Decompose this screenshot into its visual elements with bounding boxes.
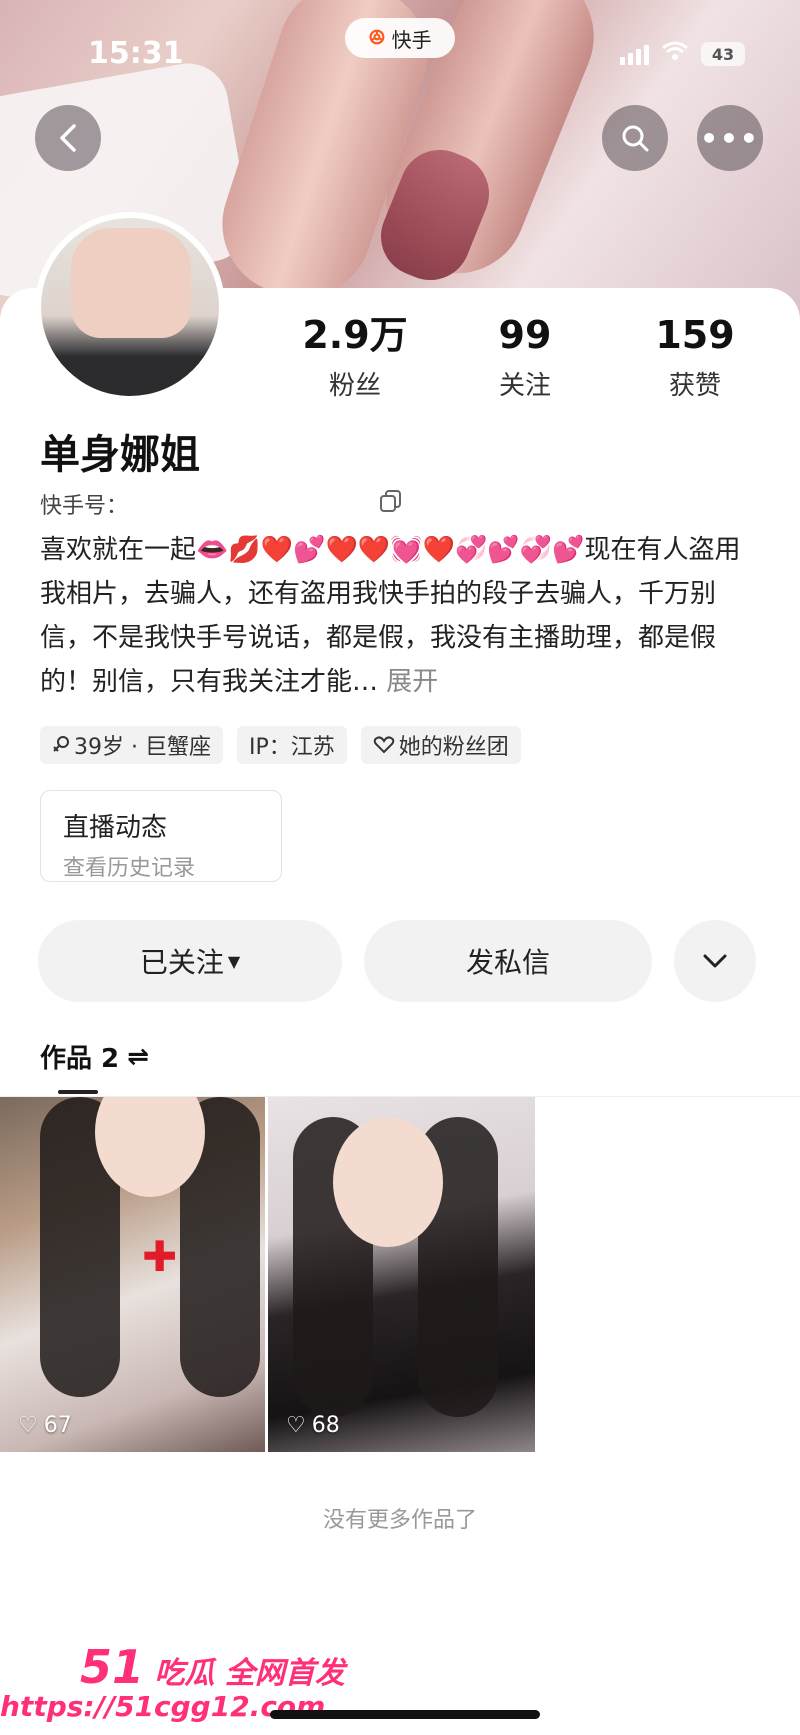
profile-bio[interactable]: 喜欢就在一起👄💋❤️💕❤️❤️💓❤️💞💕💞💕现在有人盗用我相片，去骗人，还有盗用… bbox=[40, 528, 760, 704]
caret-down-icon: ▼ bbox=[227, 951, 241, 971]
stat-label: 关注 bbox=[498, 371, 551, 401]
red-cross-icon: ✚ bbox=[142, 1232, 178, 1281]
tag-fan-club[interactable]: 她的粉丝团 bbox=[360, 726, 521, 764]
stat-following[interactable]: 99 关注 bbox=[440, 313, 610, 402]
sort-icon[interactable]: ⇌ bbox=[127, 1042, 149, 1072]
more-icon: ••• bbox=[700, 121, 760, 155]
stat-value: 2.9万 bbox=[302, 313, 408, 357]
status-icons: 43 bbox=[620, 40, 745, 68]
work-thumbnail[interactable]: ♡ 68 bbox=[268, 1097, 535, 1452]
stat-label: 粉丝 bbox=[328, 371, 381, 401]
live-history-card[interactable]: 直播动态 查看历史记录 bbox=[40, 790, 282, 882]
watermark-number: 51 bbox=[80, 1640, 145, 1694]
message-button[interactable]: 发私信 bbox=[364, 920, 652, 1002]
tag-label: 39岁 · 巨蟹座 bbox=[74, 735, 211, 760]
stat-value: 99 bbox=[498, 313, 552, 357]
live-card-title: 直播动态 bbox=[63, 813, 168, 843]
home-indicator[interactable] bbox=[270, 1710, 540, 1719]
works-grid: ✚ ♡ 67 ♡ 68 bbox=[0, 1097, 535, 1452]
app-badge[interactable]: ꔮ 快手 bbox=[345, 18, 455, 58]
wifi-icon bbox=[661, 40, 689, 68]
profile-tags: 39岁 · 巨蟹座 IP：江苏 她的粉丝团 bbox=[40, 726, 521, 764]
copy-icon[interactable] bbox=[378, 488, 404, 514]
works-tab-label: 作品 2 bbox=[40, 1044, 120, 1074]
kuaishou-logo-icon: ꔮ bbox=[368, 25, 386, 51]
stat-value: 159 bbox=[655, 313, 735, 357]
profile-name: 单身娜姐 bbox=[40, 432, 200, 478]
live-card-subtitle: 查看历史记录 bbox=[63, 856, 196, 881]
work-thumbnail[interactable]: ✚ ♡ 67 bbox=[0, 1097, 265, 1452]
like-value: 68 bbox=[311, 1413, 340, 1438]
tab-indicator bbox=[58, 1090, 98, 1094]
female-icon bbox=[53, 736, 69, 752]
status-time: 15:31 bbox=[88, 36, 184, 71]
followed-button[interactable]: 已关注 ▼ bbox=[38, 920, 342, 1002]
avatar-image bbox=[41, 218, 219, 396]
stat-label: 获赞 bbox=[668, 371, 721, 401]
like-count: ♡ 67 bbox=[18, 1413, 72, 1438]
bio-expand-link[interactable]: 展开 bbox=[386, 667, 438, 697]
tag-age-zodiac: 39岁 · 巨蟹座 bbox=[40, 726, 223, 764]
app-name: 快手 bbox=[391, 27, 432, 52]
search-icon bbox=[622, 125, 649, 152]
stat-fans[interactable]: 2.9万 粉丝 bbox=[270, 313, 440, 402]
signal-icon bbox=[620, 43, 649, 65]
more-button[interactable]: ••• bbox=[697, 105, 763, 171]
no-more-works: 没有更多作品了 bbox=[322, 1508, 477, 1533]
action-buttons: 已关注 ▼ 发私信 bbox=[38, 920, 756, 1002]
followed-label: 已关注 bbox=[139, 946, 224, 979]
profile-stats: 2.9万 粉丝 99 关注 159 获赞 bbox=[270, 313, 780, 402]
thumb-face bbox=[333, 1117, 443, 1247]
message-label: 发私信 bbox=[465, 946, 550, 979]
search-button[interactable] bbox=[602, 105, 668, 171]
chevron-left-icon bbox=[60, 124, 76, 152]
watermark-slogan: 51 吃瓜 全网首发 bbox=[80, 1640, 345, 1694]
chevron-down-icon bbox=[703, 954, 727, 968]
kuaishou-id-label: 快手号： bbox=[40, 494, 129, 519]
heart-outline-icon bbox=[373, 736, 395, 754]
avatar-hand bbox=[71, 228, 191, 338]
watermark-text: 吃瓜 全网首发 bbox=[154, 1656, 345, 1691]
like-value: 67 bbox=[43, 1413, 72, 1438]
heart-outline-icon: ♡ bbox=[18, 1413, 38, 1438]
like-count: ♡ 68 bbox=[286, 1413, 340, 1438]
heart-outline-icon: ♡ bbox=[286, 1413, 306, 1438]
stat-likes[interactable]: 159 获赞 bbox=[610, 313, 780, 402]
back-button[interactable] bbox=[35, 105, 101, 171]
tab-works[interactable]: 作品 2 ⇌ bbox=[40, 1038, 149, 1075]
recommend-expand-button[interactable] bbox=[674, 920, 756, 1002]
tag-ip: IP：江苏 bbox=[236, 726, 347, 764]
tag-label: IP：江苏 bbox=[248, 735, 335, 760]
battery-icon: 43 bbox=[701, 42, 745, 66]
avatar[interactable] bbox=[35, 212, 225, 402]
tag-label: 她的粉丝团 bbox=[398, 735, 509, 760]
